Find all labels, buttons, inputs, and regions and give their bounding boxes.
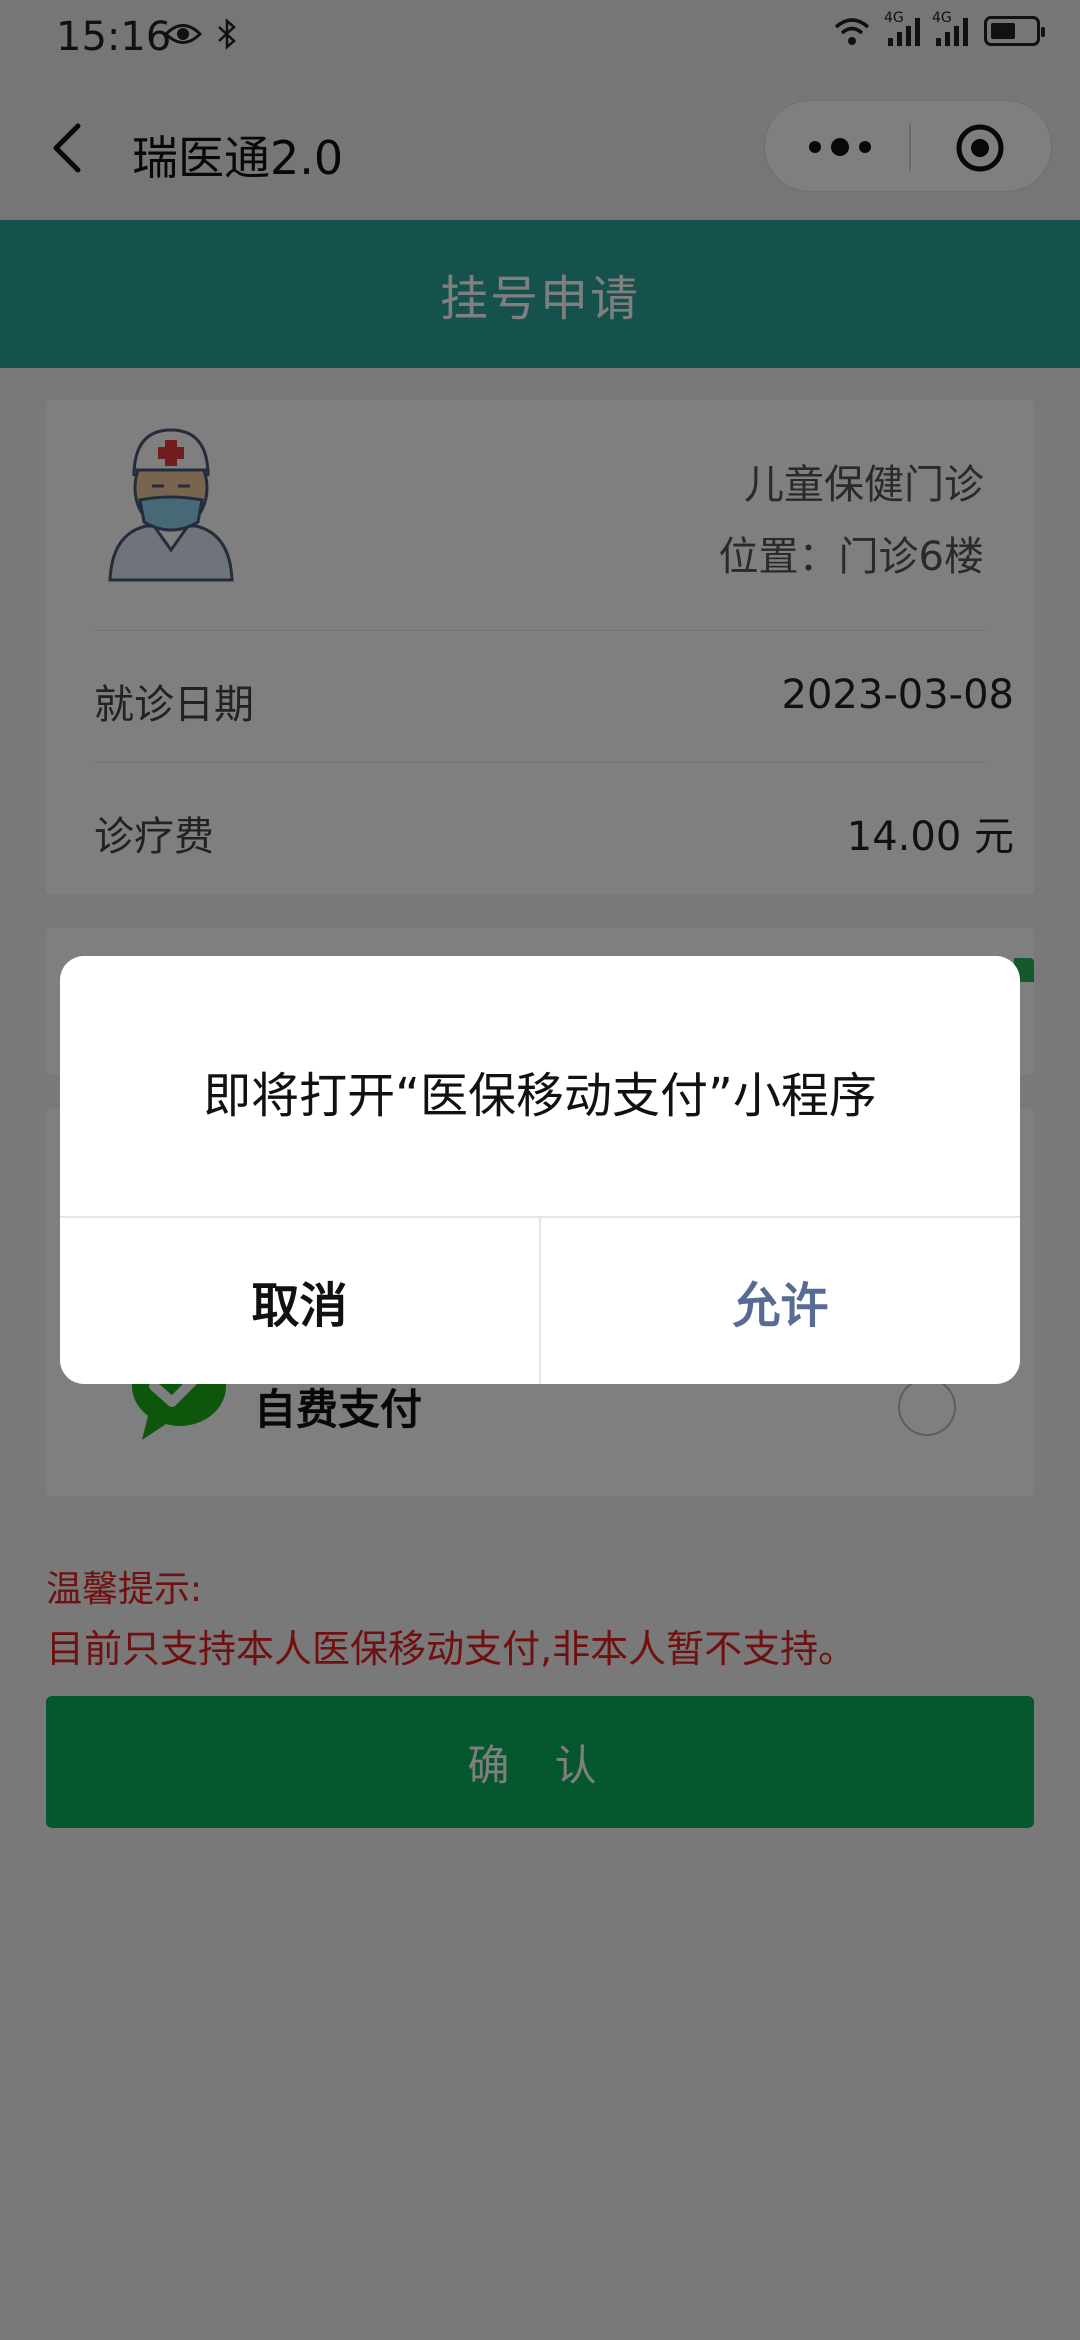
dialog-message: 即将打开“医保移动支付”小程序 (203, 1068, 877, 1124)
cancel-button[interactable]: 取消 (60, 1218, 539, 1384)
allow-button[interactable]: 允许 (541, 1218, 1020, 1384)
open-miniprogram-dialog: 即将打开“医保移动支付”小程序 取消 允许 (60, 956, 1020, 1384)
